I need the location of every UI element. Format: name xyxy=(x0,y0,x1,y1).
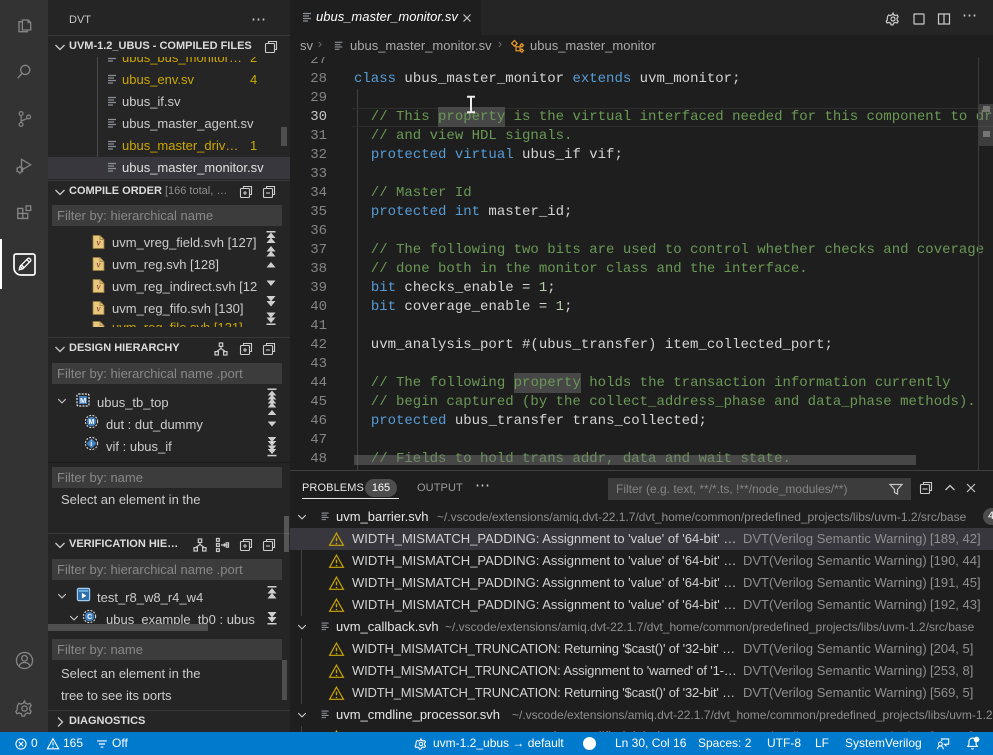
svg-text:v: v xyxy=(97,260,101,270)
svg-text:v: v xyxy=(97,282,101,292)
svg-text:v: v xyxy=(97,304,101,314)
svg-text:M: M xyxy=(80,396,86,405)
svg-text:v: v xyxy=(97,238,101,248)
svg-text:M: M xyxy=(89,419,95,426)
svg-text:i: i xyxy=(90,441,92,448)
svg-text:C: C xyxy=(87,614,92,621)
